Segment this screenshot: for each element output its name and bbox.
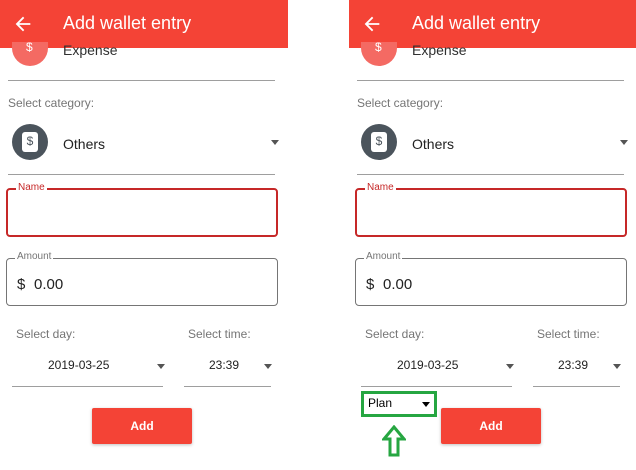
category-label: Select category:: [357, 96, 444, 110]
app-bar: Add wallet entry: [349, 0, 636, 48]
entry-type-icon: $: [12, 42, 48, 66]
amount-field[interactable]: Amount $ 0.00: [355, 251, 627, 306]
plan-select-value: Plan: [368, 396, 393, 410]
dollar-icon: $: [375, 134, 383, 148]
screen-after: Add wallet entry $ Expense Select catego…: [349, 0, 636, 470]
divider: [357, 80, 624, 81]
divider: [357, 174, 624, 175]
page-title: Add wallet entry: [63, 13, 192, 33]
plan-select[interactable]: Plan: [361, 391, 437, 417]
time-label: Select time:: [537, 327, 600, 341]
divider: [8, 174, 275, 175]
chevron-down-icon[interactable]: [620, 140, 628, 145]
dollar-icon: $: [375, 42, 382, 54]
screen-before: Add wallet entry $ Expense Select catego…: [0, 0, 288, 470]
category-select[interactable]: Others: [63, 136, 105, 152]
page-title: Add wallet entry: [412, 13, 541, 33]
category-select[interactable]: Others: [412, 136, 454, 152]
divider: [8, 80, 275, 81]
arrow-left-icon[interactable]: [12, 13, 34, 35]
chevron-down-icon[interactable]: [157, 364, 165, 369]
entry-type-value[interactable]: Expense: [63, 42, 117, 58]
arrow-up-icon: [382, 425, 406, 457]
chevron-down-icon[interactable]: [264, 364, 272, 369]
day-picker[interactable]: 2019-03-25: [48, 358, 109, 372]
arrow-left-icon[interactable]: [361, 13, 383, 35]
amount-field-label: Amount: [364, 251, 403, 263]
add-button[interactable]: Add: [92, 408, 192, 444]
app-bar: Add wallet entry: [0, 0, 288, 48]
add-button[interactable]: Add: [441, 408, 541, 444]
entry-type-icon: $: [361, 42, 397, 66]
amount-field-label: Amount: [15, 251, 54, 263]
amount-value[interactable]: 0.00: [383, 276, 412, 293]
divider: [12, 386, 163, 387]
time-label: Select time:: [188, 327, 251, 341]
currency-symbol: $: [366, 276, 375, 293]
chevron-down-icon[interactable]: [506, 364, 514, 369]
day-label: Select day:: [365, 327, 425, 341]
time-picker[interactable]: 23:39: [558, 358, 588, 372]
divider: [361, 386, 512, 387]
name-field-label: Name: [365, 182, 396, 194]
chevron-down-icon[interactable]: [422, 402, 430, 407]
entry-type-value[interactable]: Expense: [412, 42, 466, 58]
dollar-icon: $: [26, 134, 34, 148]
time-picker[interactable]: 23:39: [209, 358, 239, 372]
day-picker[interactable]: 2019-03-25: [397, 358, 458, 372]
divider: [533, 386, 620, 387]
currency-symbol: $: [17, 276, 26, 293]
name-field[interactable]: Name: [6, 182, 278, 237]
category-label: Select category:: [8, 96, 95, 110]
chevron-down-icon[interactable]: [613, 364, 621, 369]
category-icon: $: [12, 124, 48, 160]
name-field[interactable]: Name: [355, 182, 627, 237]
chevron-down-icon[interactable]: [271, 140, 279, 145]
category-icon: $: [361, 124, 397, 160]
amount-value[interactable]: 0.00: [34, 276, 63, 293]
dollar-icon: $: [26, 42, 33, 54]
amount-field[interactable]: Amount $ 0.00: [6, 251, 278, 306]
day-label: Select day:: [16, 327, 76, 341]
divider: [184, 386, 271, 387]
name-field-label: Name: [16, 182, 47, 194]
